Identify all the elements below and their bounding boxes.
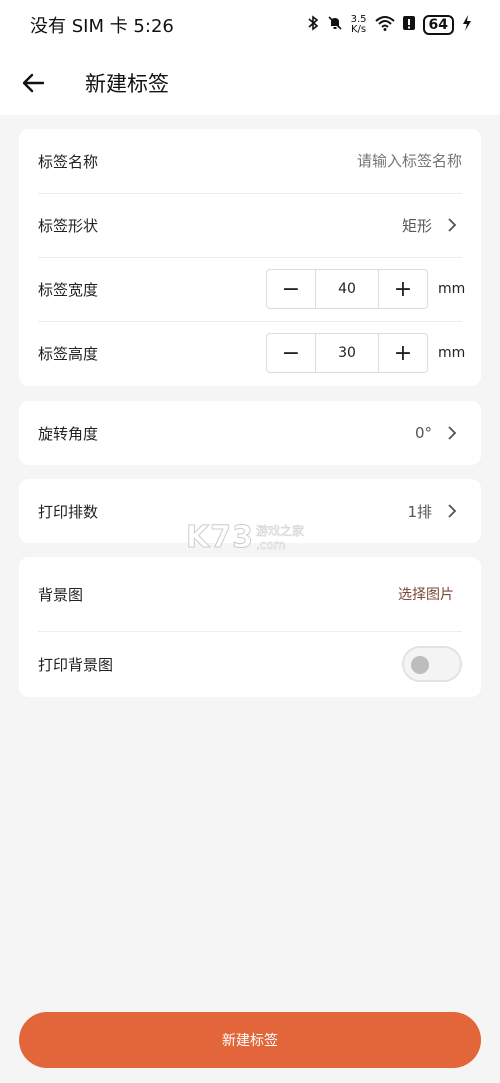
toggle-knob	[411, 656, 429, 674]
net-speed: 3.5 K/s	[351, 15, 367, 35]
shape-row[interactable]: 标签形状 矩形	[19, 193, 481, 257]
background-label: 背景图	[38, 585, 84, 604]
rotation-row[interactable]: 旋转角度 0°	[19, 401, 481, 465]
status-right: 3.5 K/s 64	[307, 15, 472, 35]
bluetooth-icon	[307, 15, 319, 35]
height-unit: mm	[438, 345, 466, 361]
name-label: 标签名称	[38, 152, 99, 171]
height-value[interactable]: 30	[315, 334, 379, 372]
carrier-time: 没有 SIM 卡 5:26	[30, 16, 174, 37]
width-increase-button[interactable]: +	[379, 270, 427, 308]
alert-icon	[402, 15, 415, 35]
back-arrow-icon	[22, 73, 45, 93]
page-title: 新建标签	[85, 72, 169, 96]
net-speed-unit: K/s	[350, 24, 367, 35]
create-label-button[interactable]: 新建标签	[19, 1012, 481, 1068]
charging-icon	[462, 15, 472, 35]
chevron-right-icon	[442, 215, 462, 235]
back-button[interactable]	[18, 68, 48, 98]
height-decrease-button[interactable]: −	[267, 334, 315, 372]
header: 新建标签	[0, 50, 500, 115]
height-row: 标签高度 − 30 + mm	[19, 321, 481, 385]
height-increase-button[interactable]: +	[379, 334, 427, 372]
width-value[interactable]: 40	[315, 270, 379, 308]
chevron-right-icon	[442, 423, 462, 443]
print-background-toggle[interactable]	[402, 646, 462, 682]
width-stepper: − 40 +	[266, 269, 428, 309]
watermark-logo: K73	[186, 520, 254, 556]
width-decrease-button[interactable]: −	[267, 270, 315, 308]
shape-label: 标签形状	[38, 216, 99, 235]
rotation-label: 旋转角度	[38, 424, 99, 443]
background-row: 背景图 选择图片	[19, 557, 481, 631]
rotation-card: 旋转角度 0°	[19, 401, 481, 465]
print-rows-value: 1排	[407, 502, 432, 521]
choose-image-button[interactable]: 选择图片	[398, 584, 454, 604]
height-stepper: − 30 +	[266, 333, 428, 373]
status-left: 没有 SIM 卡 5:26	[30, 12, 174, 38]
print-rows-label: 打印排数	[38, 502, 99, 521]
name-row: 标签名称	[19, 129, 481, 193]
background-card: 背景图 选择图片 打印背景图	[19, 557, 481, 697]
watermark-line2: .com	[256, 538, 286, 552]
height-label: 标签高度	[38, 344, 99, 363]
width-unit: mm	[438, 281, 466, 297]
status-bar: 没有 SIM 卡 5:26 3.5 K/s 64	[0, 0, 500, 50]
chevron-right-icon	[442, 501, 462, 521]
rotation-value: 0°	[414, 424, 432, 442]
width-label: 标签宽度	[38, 280, 99, 299]
print-background-label: 打印背景图	[38, 655, 114, 674]
wifi-icon	[374, 15, 395, 35]
name-input[interactable]	[262, 152, 462, 170]
watermark: K73 游戏之家 .com	[186, 520, 305, 556]
label-settings-card: 标签名称 标签形状 矩形 标签宽度 − 40 + mm 标签高度 − 30 + …	[19, 129, 481, 386]
battery-level: 64	[422, 15, 454, 35]
mute-bell-icon	[327, 15, 343, 35]
width-row: 标签宽度 − 40 + mm	[19, 257, 481, 321]
watermark-line1: 游戏之家	[256, 524, 305, 538]
shape-value: 矩形	[401, 216, 432, 235]
print-background-row: 打印背景图	[19, 631, 481, 697]
watermark-text: 游戏之家 .com	[256, 524, 304, 552]
